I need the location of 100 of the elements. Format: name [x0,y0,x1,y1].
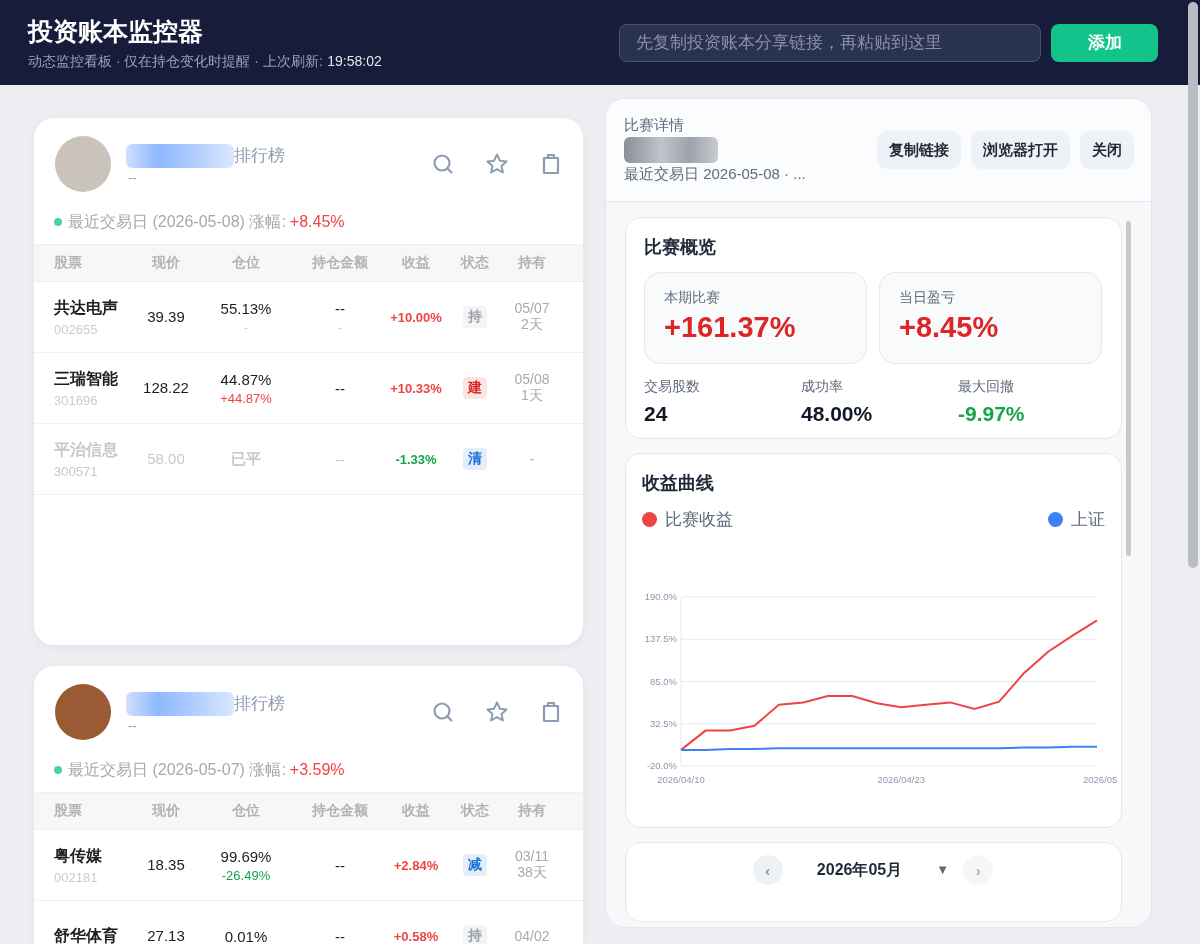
daily-change: +8.45% [289,213,345,231]
cell-note: -26.49% [221,867,271,883]
status-badge: 减 [463,854,487,876]
price-cell: 27.13 [147,927,185,944]
card-title: 收益曲线 [642,472,715,495]
board-label: 排行榜 [234,693,285,715]
header-button[interactable]: 关闭 [1080,131,1134,169]
subtitle-text: 动态监控看板 · 仅在持仓变化时提醒 · 上次刷新: [28,52,323,69]
x-tick-label: 2026/04/23 [877,774,925,785]
scrollbar-thumb[interactable] [1188,2,1198,568]
column-header: 状态 [459,802,490,820]
position-cell-text: 44.87% [219,370,273,388]
star-icon[interactable] [485,700,509,724]
account-subtitle: -- [128,169,138,185]
header-button[interactable]: 复制链接 [877,131,961,169]
position-cell-text: 55.13% [219,299,273,317]
legend-label: 比赛收益 [665,509,733,531]
y-tick-label: 137.5% [644,633,677,645]
cell-note: +44.87% [220,390,272,406]
trade-day-label: 最近交易日 (2026-05-08) 涨幅: [68,211,286,232]
y-tick-label: -20.0% [646,760,677,771]
hold-days: 2天 [500,316,564,334]
stock-name: 三瑞智能 [54,368,119,389]
column-header: 股票 [54,254,83,272]
status-badge: 持 [463,306,487,328]
legend-label: 上证 [1071,509,1105,531]
header-button[interactable]: 浏览器打开 [971,131,1070,169]
amount-cell-text: -- [334,927,346,944]
hold-days: 38天 [500,864,564,882]
board-label: 排行榜 [234,145,285,167]
app-title: 投资账本监控器 [28,15,204,47]
x-tick-label: 2026/04/10 [657,774,705,785]
month-label: 2026年05月 [816,860,903,880]
x-tick-label: 2026/05 [1083,774,1118,785]
column-header: 仓位 [231,254,261,272]
column-header: 现价 [150,802,181,820]
stat-value: +8.45% [899,311,1000,344]
hold-date: 05/08 [513,371,551,387]
trade-day-label: 最近交易日 (2026-05-07) 涨幅: [68,759,286,780]
column-header: 持仓金额 [311,254,369,272]
panel-subtitle: 最近交易日 2026-05-08 · ... [624,165,806,184]
hold-days: 1天 [500,387,564,405]
stock-name: 粤传媒 [54,845,103,866]
amount-cell-text: -- [334,450,346,468]
search-icon[interactable] [431,700,455,724]
position-cell-text: 0.01% [223,927,269,944]
panel-title: 比赛详情 [624,116,685,135]
column-header: 现价 [150,254,181,272]
status-badge: 清 [463,448,487,470]
stock-name: 舒华体育 [54,925,119,944]
status-dot [54,766,62,774]
avatar-photo [55,684,111,740]
metric-value: 24 [644,402,669,426]
column-header: 持有 [517,254,547,272]
return-cell: -1.33% [395,452,437,467]
search-icon[interactable] [431,152,455,176]
column-header: 仓位 [231,802,261,820]
return-cell: +2.84% [393,858,439,873]
dropdown-caret[interactable]: ▼ [936,855,950,885]
stat-value: +161.37% [664,311,797,344]
position-cell-text: 99.69% [219,847,273,865]
amount-cell-text: -- [334,299,346,317]
y-tick-label: 85.0% [650,675,677,687]
metric-value: -9.97% [958,402,1026,426]
cell-note: - [242,319,250,335]
metric-label: 交易股数 [644,378,701,396]
star-icon[interactable] [485,152,509,176]
account-subtitle: -- [128,717,138,733]
metric-label: 最大回撤 [958,378,1015,396]
y-tick-label: 190.0% [644,591,677,602]
price-cell: 39.39 [147,308,185,325]
stat-label: 当日盈亏 [899,289,956,307]
price-cell: 18.35 [147,856,185,873]
scrollbar-thumb[interactable] [1126,221,1131,556]
refresh-time: 19:58:02 [327,52,382,69]
card-title: 比赛概览 [644,236,717,259]
column-header: 收益 [401,802,431,820]
price-cell: 128.22 [143,379,189,396]
cell-note: - [336,319,344,335]
amount-cell-text: -- [334,379,346,397]
metric-label: 成功率 [801,378,844,396]
link-input-field[interactable]: 先复制投资账本分享链接，再粘贴到这里 [619,23,1041,62]
amount-cell-text: -- [334,856,346,874]
return-cell: +0.58% [393,929,439,944]
column-header: 收益 [401,254,431,272]
column-header: 状态 [459,254,490,272]
avatar-photo [55,136,111,192]
daily-change: +3.59% [289,761,345,779]
hold-date: 05/07 [513,300,551,316]
status-badge: 建 [463,377,487,399]
column-header: 股票 [54,802,83,820]
stat-label: 本期比赛 [664,289,721,307]
column-header: 持有 [517,802,547,820]
metric-value: 48.00% [801,402,874,426]
hold-date: 03/11 [514,848,550,864]
y-tick-label: 32.5% [650,717,677,729]
hold-date: - [528,451,536,467]
status-dot [54,218,62,226]
stock-name: 共达电声 [54,297,119,318]
status-badge: 持 [463,925,487,944]
